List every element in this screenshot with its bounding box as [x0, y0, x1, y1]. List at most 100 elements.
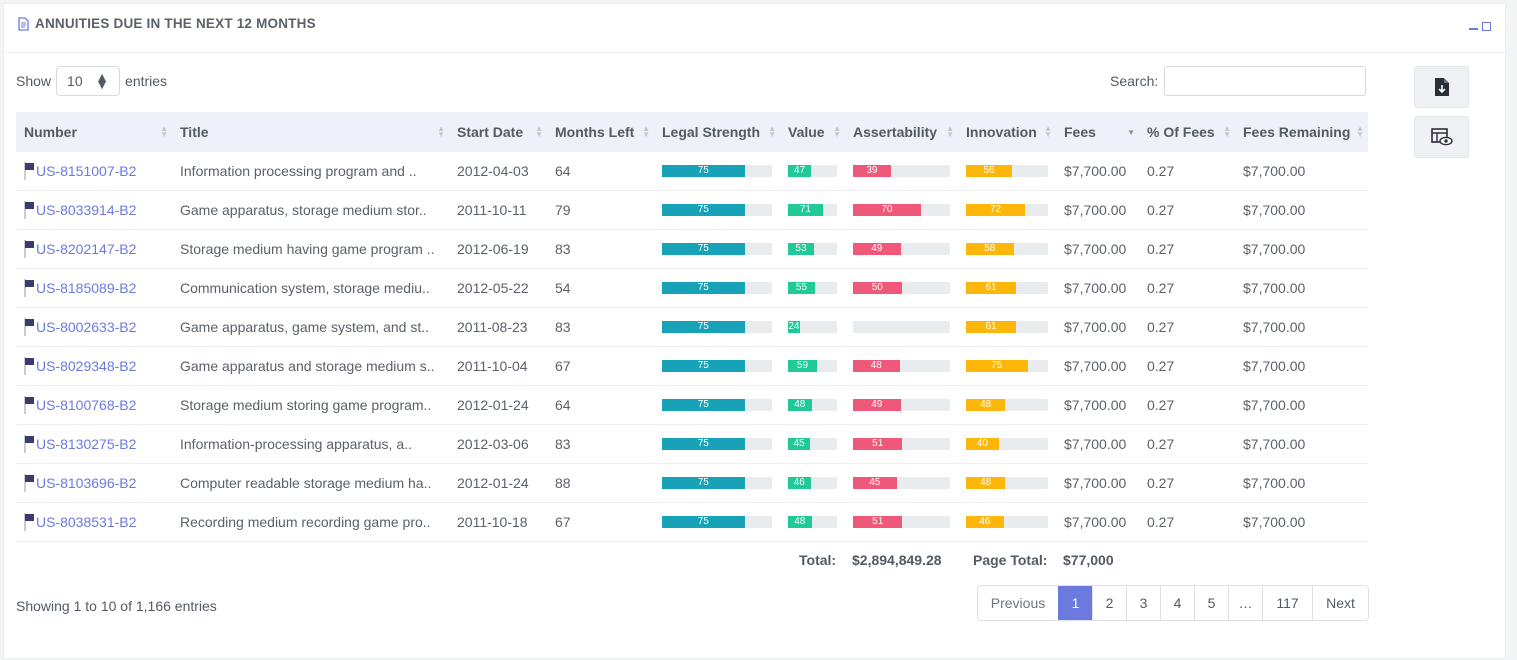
assert-bar: 50: [853, 282, 902, 294]
title-cell: Computer readable storage medium ha..: [172, 463, 449, 503]
assert-bar-track: 48: [853, 360, 950, 372]
innov-bar: 56: [966, 165, 1012, 177]
column-header-number[interactable]: Number ▲ ▼: [16, 112, 172, 152]
page-button-1[interactable]: 1: [1058, 586, 1092, 620]
patent-number-cell: US-8100768-B2: [16, 385, 172, 425]
value-cell: 24: [780, 307, 845, 347]
sort-arrows-icon: ▲ ▼: [642, 124, 650, 139]
column-header-fees-remaining[interactable]: Fees Remaining ▲ ▼: [1235, 112, 1368, 152]
patent-number-link[interactable]: US-8103696-B2: [36, 475, 136, 491]
months-left-cell: 64: [547, 152, 654, 191]
patent-number-wrap: US-8151007-B2: [24, 162, 164, 180]
column-header-start-date[interactable]: Start Date ▲ ▼: [449, 112, 547, 152]
patent-number-link[interactable]: US-8151007-B2: [36, 163, 136, 179]
page-button-2[interactable]: 2: [1092, 586, 1126, 620]
patent-number-link[interactable]: US-8130275-B2: [36, 436, 136, 452]
assert-cell: 45: [845, 463, 958, 503]
search-input[interactable]: [1164, 66, 1367, 96]
months-left-cell: 79: [547, 190, 654, 230]
patent-number-cell: US-8185089-B2: [16, 268, 172, 308]
value-bar-track: 55: [788, 282, 837, 294]
us-flag-icon: [24, 240, 26, 258]
patent-number-link[interactable]: US-8100768-B2: [36, 397, 136, 413]
patent-number-cell: US-8038531-B2: [16, 502, 172, 542]
start-date-cell: 2011-10-11: [449, 190, 547, 230]
column-header--of-fees[interactable]: % Of Fees ▲ ▼: [1139, 112, 1235, 152]
legal-cell: 75: [654, 463, 780, 503]
panel-header: ANNUITIES DUE IN THE NEXT 12 MONTHS: [4, 4, 1505, 53]
sort-desc-icon: ▼: [1127, 128, 1135, 137]
column-header-months-left[interactable]: Months Left ▲ ▼: [547, 112, 654, 152]
patent-number-cell: US-8103696-B2: [16, 463, 172, 503]
value-cell: 48: [780, 385, 845, 425]
innov-cell: 75: [958, 346, 1056, 386]
assert-bar: 51: [853, 516, 903, 528]
column-visibility-button[interactable]: [1414, 116, 1469, 158]
legal-cell: 75: [654, 502, 780, 542]
assert-cell: 49: [845, 229, 958, 269]
page-button-117[interactable]: 117: [1262, 586, 1312, 620]
percent-of-fees-cell: 0.27: [1139, 463, 1235, 503]
column-header-assertability[interactable]: Assertability ▲ ▼: [845, 112, 958, 152]
value-cell: 59: [780, 346, 845, 386]
assert-cell: [845, 307, 958, 347]
sort-arrows-icon: ▲ ▼: [833, 124, 841, 139]
fees-remaining-cell: $7,700.00: [1235, 385, 1368, 425]
assert-bar: 49: [853, 399, 901, 411]
table-row: US-8038531-B2 Recording medium recording …: [16, 502, 1368, 542]
assert-cell: 50: [845, 268, 958, 308]
export-button[interactable]: [1414, 66, 1469, 108]
legal-cell: 75: [654, 385, 780, 425]
page-length-select[interactable]: 10 ▲ ▼: [56, 66, 121, 96]
patent-number-link[interactable]: US-8202147-B2: [36, 241, 136, 257]
column-header-legal-strength[interactable]: Legal Strength ▲ ▼: [654, 112, 780, 152]
months-left-cell: 67: [547, 502, 654, 542]
innov-cell: 48: [958, 463, 1056, 503]
minimize-icon[interactable]: [1469, 27, 1478, 30]
select-arrows-icon: ▲ ▼: [95, 69, 110, 92]
patent-number-link[interactable]: US-8185089-B2: [36, 280, 136, 296]
patent-number-link[interactable]: US-8033914-B2: [36, 202, 136, 218]
innov-bar: 46: [966, 516, 1004, 528]
innov-bar-track: 46: [966, 516, 1048, 528]
value-bar: 48: [788, 516, 812, 528]
value-bar: 24: [788, 321, 800, 333]
value-cell: 53: [780, 229, 845, 269]
column-header-title[interactable]: Title ▲ ▼: [172, 112, 449, 152]
page-total-value: $77,000: [1063, 552, 1114, 568]
page-button-3[interactable]: 3: [1126, 586, 1160, 620]
total-label: Total:: [799, 552, 837, 568]
column-header-label: Fees: [1064, 124, 1096, 140]
us-flag-icon: [24, 201, 26, 219]
patent-number-wrap: US-8033914-B2: [24, 201, 164, 219]
assert-bar-track: 45: [853, 477, 950, 489]
patent-number-link[interactable]: US-8038531-B2: [36, 514, 136, 530]
next-button[interactable]: Next: [1312, 586, 1368, 620]
patent-number-link[interactable]: US-8029348-B2: [36, 358, 136, 374]
value-bar: 53: [788, 243, 814, 255]
value-bar: 71: [788, 204, 823, 216]
previous-button[interactable]: Previous: [978, 586, 1058, 620]
table-row: US-8033914-B2 Game apparatus, storage med…: [16, 190, 1368, 230]
table-row: US-8130275-B2 Information-processing appa…: [16, 424, 1368, 464]
assert-bar: 70: [853, 204, 921, 216]
patent-number-wrap: US-8130275-B2: [24, 435, 164, 453]
table-eye-icon: [1430, 128, 1453, 146]
legal-cell: 75: [654, 424, 780, 464]
patent-number-link[interactable]: US-8002633-B2: [36, 319, 136, 335]
column-header-innovation[interactable]: Innovation ▲ ▼: [958, 112, 1056, 152]
fees-cell: $7,700.00: [1056, 385, 1139, 425]
legal-bar-track: 75: [662, 477, 772, 489]
months-left-cell: 64: [547, 385, 654, 425]
assert-bar-track: 50: [853, 282, 950, 294]
value-bar-track: 59: [788, 360, 837, 372]
percent-of-fees-cell: 0.27: [1139, 229, 1235, 269]
value-cell: 71: [780, 190, 845, 230]
column-header-value[interactable]: Value ▲ ▼: [780, 112, 845, 152]
column-header-fees[interactable]: Fees ▼: [1056, 112, 1139, 152]
page-button-5[interactable]: 5: [1194, 586, 1228, 620]
maximize-icon[interactable]: [1482, 22, 1491, 31]
page-button-4[interactable]: 4: [1160, 586, 1194, 620]
value-bar-track: 71: [788, 204, 837, 216]
sort-arrows-icon: ▲ ▼: [1356, 124, 1364, 139]
